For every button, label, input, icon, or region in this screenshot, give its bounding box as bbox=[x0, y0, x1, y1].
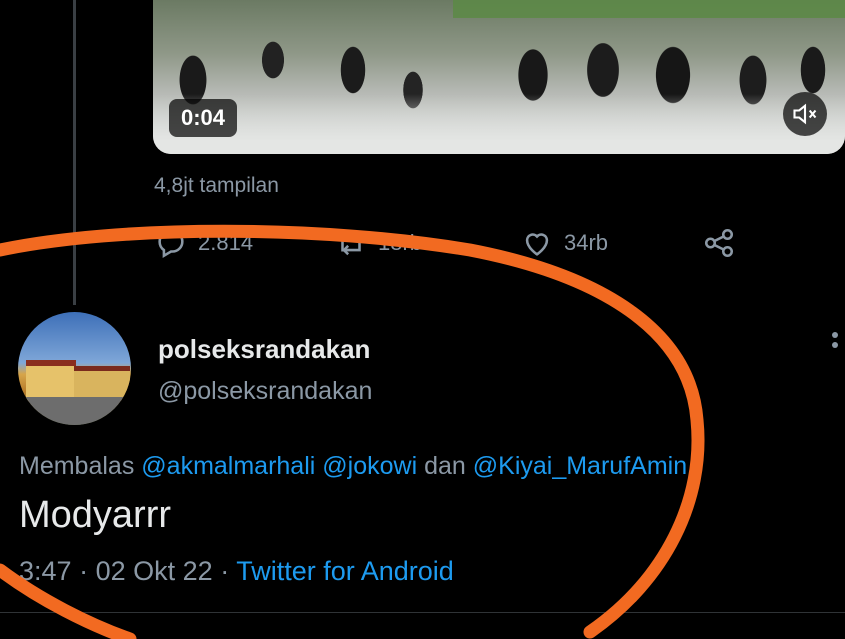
tweet-source-link[interactable]: Twitter for Android bbox=[236, 556, 454, 586]
replying-to-line: Membalas @akmalmarhali @jokowi dan @Kiya… bbox=[19, 452, 687, 481]
mention-joiner: dan bbox=[424, 452, 466, 480]
user-handle[interactable]: @polseksrandakan bbox=[158, 377, 372, 406]
video-frame-field bbox=[453, 0, 845, 18]
view-count: 4,8jt tampilan bbox=[154, 174, 279, 197]
tweet-time[interactable]: 3:47 bbox=[19, 556, 72, 586]
video-player[interactable]: 0:04 bbox=[153, 0, 845, 154]
like-count: 34rb bbox=[564, 230, 609, 255]
tweet-text: Modyarrr bbox=[19, 494, 172, 536]
display-name[interactable]: polseksrandakan bbox=[158, 334, 370, 365]
video-frame-smoke bbox=[153, 94, 845, 154]
reply-icon bbox=[158, 230, 184, 259]
avatar-building bbox=[26, 360, 76, 402]
avatar-ground bbox=[18, 397, 131, 425]
tweet-date[interactable]: 02 Okt 22 bbox=[96, 556, 213, 586]
reply-count: 2.814 bbox=[198, 230, 254, 255]
meta-separator: · bbox=[220, 556, 230, 586]
mention-link[interactable]: @Kiyai_MarufAmin bbox=[473, 452, 687, 480]
mention-link[interactable]: @jokowi bbox=[322, 452, 417, 480]
avatar[interactable] bbox=[18, 312, 131, 425]
reply-button[interactable]: 2.814 bbox=[154, 226, 253, 260]
volume-mute-icon bbox=[793, 103, 817, 125]
like-button[interactable]: 34rb bbox=[520, 226, 608, 260]
video-duration-badge: 0:04 bbox=[169, 99, 238, 137]
divider bbox=[0, 612, 845, 613]
avatar-building bbox=[74, 366, 130, 401]
retweet-count: 18rb bbox=[378, 230, 423, 255]
tweet-action-bar: 2.814 18rb 34rb bbox=[154, 226, 754, 266]
tweet-meta: 3:47 · 02 Okt 22 · Twitter for Android bbox=[19, 556, 454, 587]
thread-connector-line bbox=[73, 0, 76, 305]
meta-separator: · bbox=[79, 556, 89, 586]
share-button[interactable] bbox=[702, 226, 746, 260]
replying-prefix: Membalas bbox=[19, 452, 135, 480]
retweet-button[interactable]: 18rb bbox=[334, 226, 422, 260]
heart-icon bbox=[525, 233, 549, 256]
retweet-icon bbox=[341, 230, 361, 256]
mention-link[interactable]: @akmalmarhali bbox=[141, 452, 315, 480]
mute-button[interactable] bbox=[783, 92, 827, 136]
share-icon bbox=[704, 228, 734, 258]
more-options-icon[interactable] bbox=[832, 332, 838, 352]
